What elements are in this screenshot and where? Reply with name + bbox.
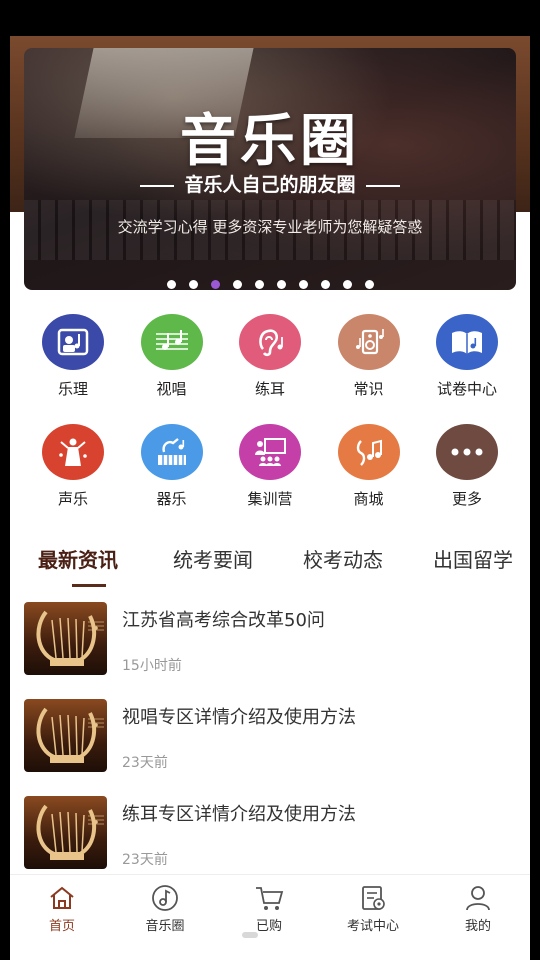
instrument-icon: [140, 424, 203, 480]
tab-study-abroad[interactable]: 出国留学: [433, 544, 513, 573]
app-screen: 音乐圈 音乐人自己的朋友圈 交流学习心得 更多资深专业老师为您解疑答惑 乐理 视…: [10, 36, 530, 960]
grid-item-training-camp[interactable]: 集训营: [221, 424, 319, 534]
nav-label: 首页: [48, 919, 75, 934]
vocal-icon: [42, 424, 104, 480]
grid-label: 商城: [353, 490, 384, 508]
carousel-dot[interactable]: [298, 280, 308, 289]
banner-title: 音乐圈: [180, 108, 360, 174]
tab-latest-news[interactable]: 最新资讯: [38, 544, 118, 573]
news-list: 江苏省高考综合改革50问 15小时前 视唱专区详情介绍及使用方法 23天前 练耳…: [24, 600, 516, 891]
grid-label: 器乐: [156, 490, 187, 508]
grid-label: 练耳: [254, 380, 285, 398]
grid-label: 更多: [451, 490, 482, 508]
bottom-navigation: 首页 音乐圈 已购 考试中心 我的: [10, 874, 530, 960]
nav-label: 我的: [464, 919, 491, 934]
cart-icon: [229, 883, 309, 913]
nav-profile[interactable]: 我的: [438, 883, 518, 934]
nav-purchased[interactable]: 已购: [229, 883, 309, 934]
grid-label: 视唱: [156, 380, 187, 398]
grid-item-sight-singing[interactable]: 视唱: [123, 314, 221, 424]
grid-item-instrument[interactable]: 器乐: [123, 424, 221, 534]
subtitle-dash-right: [365, 184, 400, 187]
more-icon: [436, 424, 498, 480]
carousel-dot[interactable]: [364, 280, 374, 289]
exam-center-icon: [333, 883, 413, 913]
news-timestamp: 23天前: [122, 755, 168, 771]
grid-item-vocal[interactable]: 声乐: [24, 424, 122, 534]
harp-thumbnail: [24, 602, 107, 675]
home-icon: [22, 883, 102, 913]
grid-item-theory[interactable]: 乐理: [24, 314, 122, 424]
ear-training-icon: [239, 314, 301, 370]
carousel-dot[interactable]: [276, 280, 286, 289]
nav-label: 音乐圈: [145, 919, 185, 934]
nav-label: 已购: [255, 919, 282, 934]
grid-item-exam-papers[interactable]: 试卷中心: [418, 314, 516, 424]
banner-description: 交流学习心得 更多资深专业老师为您解疑答惑: [117, 218, 423, 236]
nav-home[interactable]: 首页: [22, 883, 102, 934]
grid-label: 常识: [353, 380, 384, 398]
active-tab-indicator: [72, 584, 106, 587]
news-title: 练耳专区详情介绍及使用方法: [122, 804, 356, 825]
carousel-dot[interactable]: [232, 280, 242, 289]
news-item[interactable]: 视唱专区详情介绍及使用方法 23天前: [24, 697, 516, 794]
training-camp-icon: [239, 424, 301, 480]
sight-singing-icon: [140, 314, 203, 370]
carousel-dot[interactable]: [320, 280, 330, 289]
carousel-dots: [24, 280, 516, 289]
banner-subtitle-row: 音乐人自己的朋友圈: [24, 170, 516, 197]
mall-icon: [337, 424, 400, 480]
nav-music-circle[interactable]: 音乐圈: [125, 883, 205, 934]
grid-label: 集训营: [247, 490, 293, 508]
knowledge-icon: [337, 314, 400, 370]
news-title: 江苏省高考综合改革50问: [122, 610, 325, 631]
banner-carousel[interactable]: 音乐圈 音乐人自己的朋友圈 交流学习心得 更多资深专业老师为您解疑答惑: [24, 48, 516, 290]
theory-icon: [42, 314, 104, 370]
carousel-dot-active[interactable]: [210, 280, 220, 289]
grid-row: 声乐 器乐 集训营 商城 更多: [24, 424, 516, 534]
exam-papers-icon: [436, 314, 498, 370]
grid-label: 试卷中心: [436, 380, 497, 398]
music-circle-icon: [125, 883, 205, 913]
carousel-dot[interactable]: [166, 280, 176, 289]
grid-item-mall[interactable]: 商城: [320, 424, 418, 534]
grid-item-knowledge[interactable]: 常识: [320, 314, 418, 424]
carousel-dot[interactable]: [254, 280, 264, 289]
nav-exam-center[interactable]: 考试中心: [333, 883, 413, 934]
grid-item-more[interactable]: 更多: [418, 424, 516, 534]
carousel-dot[interactable]: [188, 280, 198, 289]
grid-label: 乐理: [57, 380, 88, 398]
news-timestamp: 15小时前: [122, 658, 182, 674]
news-item[interactable]: 江苏省高考综合改革50问 15小时前: [24, 600, 516, 697]
tab-school-exam[interactable]: 校考动态: [303, 544, 383, 573]
news-timestamp: 23天前: [122, 852, 168, 868]
banner-subtitle: 音乐人自己的朋友圈: [184, 174, 356, 196]
news-tabs: 最新资讯 统考要闻 校考动态 出国留学: [38, 544, 530, 588]
harp-thumbnail: [24, 699, 107, 772]
grid-label: 声乐: [57, 490, 88, 508]
profile-icon: [438, 883, 518, 913]
carousel-dot[interactable]: [342, 280, 352, 289]
subtitle-dash-left: [140, 184, 175, 187]
harp-thumbnail: [24, 796, 107, 869]
grid-row: 乐理 视唱 练耳 常识 试卷中心: [24, 314, 516, 424]
category-grid: 乐理 视唱 练耳 常识 试卷中心 声乐 器乐 集训营 商城 更多: [24, 314, 516, 534]
tab-unified-exam[interactable]: 统考要闻: [173, 544, 253, 573]
news-title: 视唱专区详情介绍及使用方法: [122, 707, 356, 728]
nav-label: 考试中心: [346, 919, 399, 934]
grid-item-ear-training[interactable]: 练耳: [221, 314, 319, 424]
home-indicator: [242, 932, 258, 938]
